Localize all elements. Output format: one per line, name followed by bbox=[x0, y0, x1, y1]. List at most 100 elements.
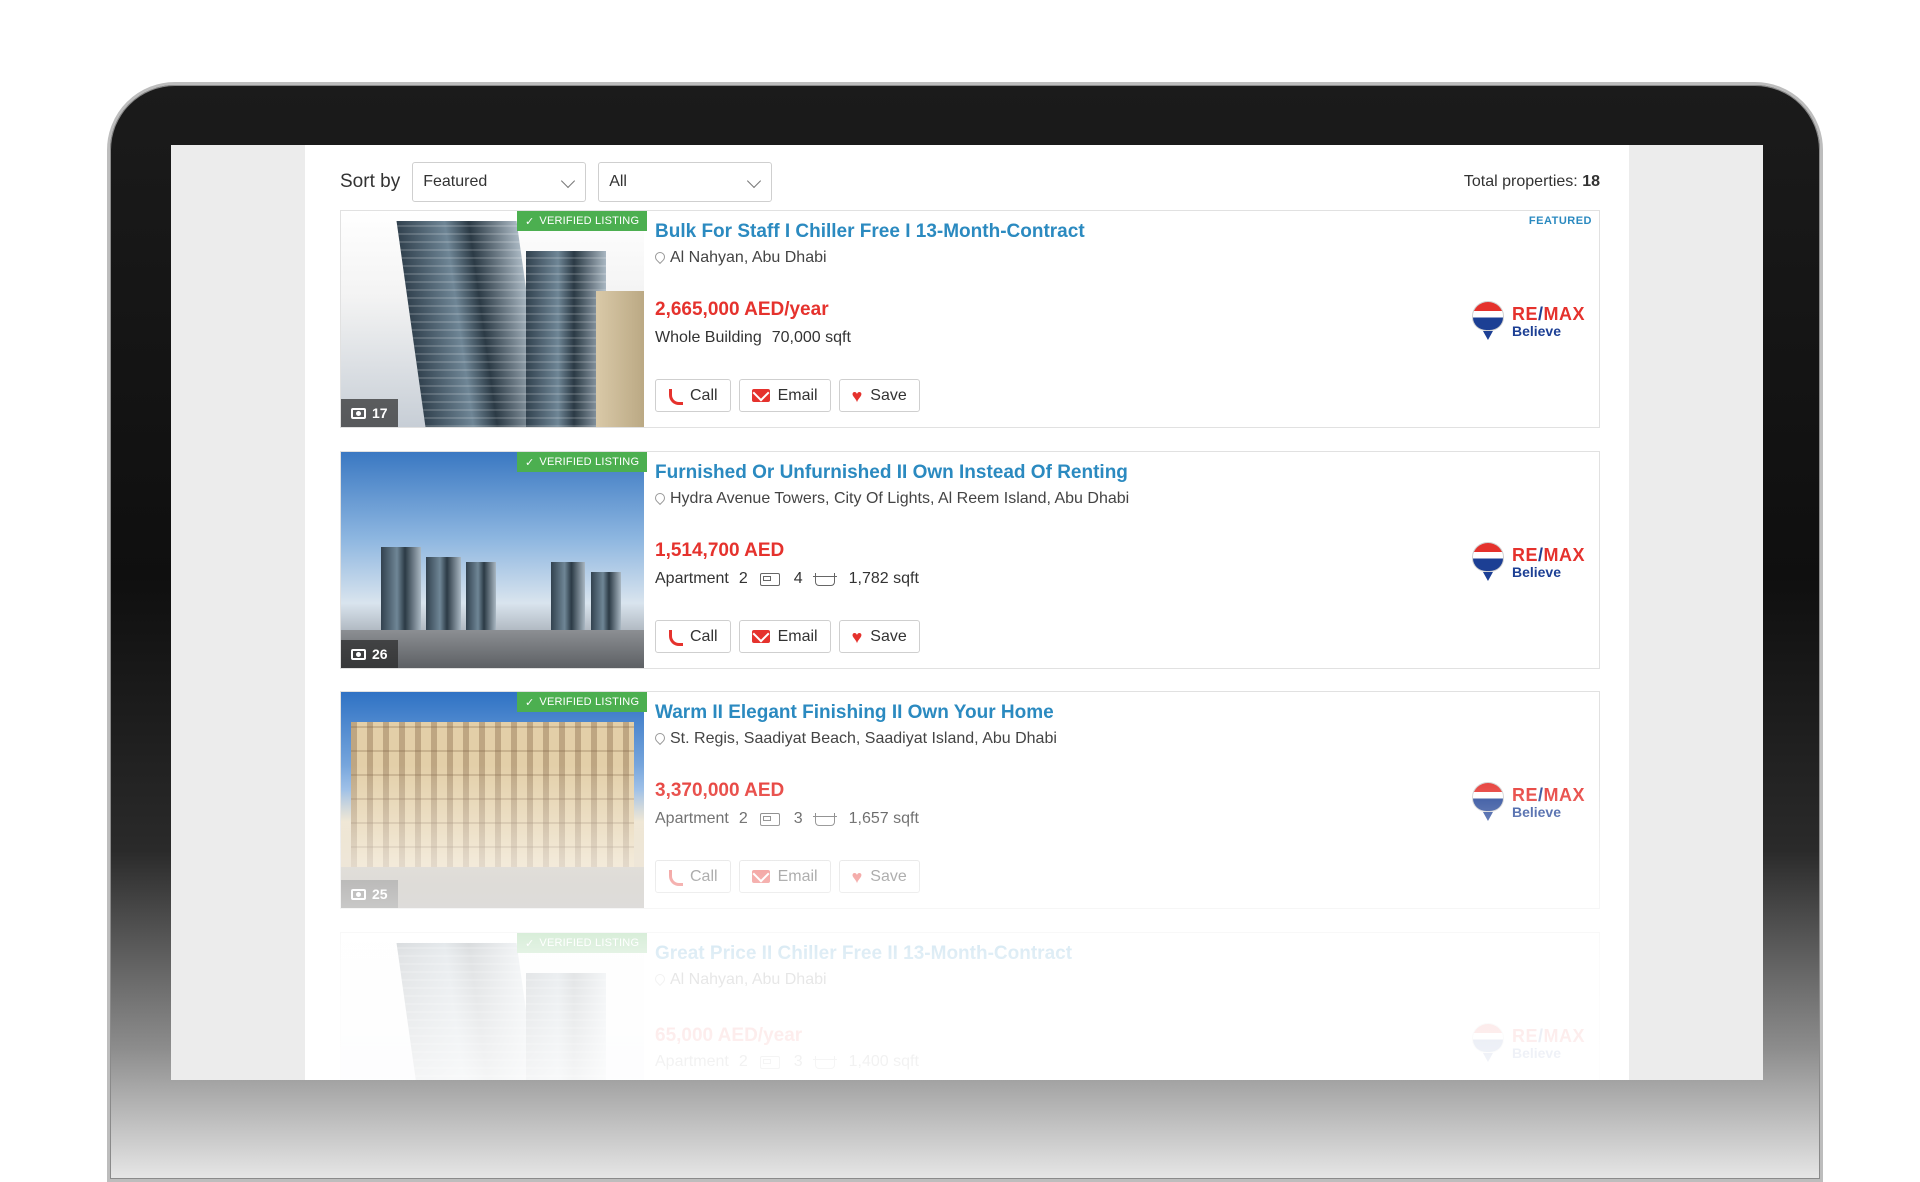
listing-price: 1,514,700 AED bbox=[655, 540, 785, 561]
photo-count: 25 bbox=[341, 880, 398, 908]
listing-specs: Apartment 2 3 1,657 sqft bbox=[655, 810, 919, 828]
listing-specs: Apartment 2 3 1,400 sqft bbox=[655, 1053, 919, 1071]
verified-badge: ✓ VERIFIED LISTING bbox=[517, 452, 648, 472]
save-label: Save bbox=[870, 386, 907, 404]
save-label: Save bbox=[870, 867, 907, 885]
phone-icon bbox=[668, 388, 683, 405]
chevron-down-icon bbox=[561, 173, 576, 189]
brand-name: RE/MAX bbox=[1511, 784, 1585, 805]
location-text: Al Nahyan, Abu Dhabi bbox=[670, 971, 827, 988]
heart-icon: ♥ bbox=[851, 626, 863, 647]
agency-logo[interactable]: RE/MAX Believe bbox=[1471, 1023, 1585, 1063]
listing-title[interactable]: Great Price II Chiller Free II 13-Month-… bbox=[655, 943, 1072, 965]
verified-badge: ✓ VERIFIED LISTING bbox=[517, 211, 648, 231]
brand-tagline: Believe bbox=[1511, 1044, 1562, 1061]
call-button[interactable]: Call bbox=[655, 620, 731, 653]
location-pin-icon bbox=[655, 252, 664, 264]
property-area: 70,000 sqft bbox=[771, 329, 851, 346]
bed-count: 2 bbox=[738, 810, 748, 827]
location-text: Hydra Avenue Towers, City Of Lights, Al … bbox=[670, 490, 1130, 507]
listing-photo[interactable] bbox=[341, 933, 644, 1080]
sort-label: Sort by bbox=[340, 171, 401, 192]
remax-balloon-icon bbox=[1471, 1023, 1504, 1063]
verified-badge: ✓ VERIFIED LISTING bbox=[517, 692, 648, 712]
listing-actions: Call Email ♥ Save bbox=[655, 620, 920, 653]
email-button[interactable]: Email bbox=[738, 860, 831, 893]
filter-select[interactable]: All bbox=[598, 162, 773, 202]
sort-select[interactable]: Featured bbox=[412, 162, 587, 202]
tower-graphic bbox=[526, 973, 606, 1080]
listing-title[interactable]: Warm II Elegant Finishing II Own Your Ho… bbox=[655, 702, 1054, 724]
listing-card[interactable]: 17 ✓ VERIFIED LISTING Bulk For Staff I C… bbox=[340, 210, 1600, 428]
property-area: 1,657 sqft bbox=[848, 810, 919, 827]
listing-card[interactable]: 25 ✓ VERIFIED LISTING Warm II Elegant Fi… bbox=[340, 691, 1600, 909]
bath-count: 3 bbox=[793, 810, 803, 827]
brand-tagline: Believe bbox=[1511, 322, 1562, 339]
bed-icon bbox=[759, 1055, 780, 1069]
bath-count: 3 bbox=[793, 1053, 803, 1070]
listings-page: Sort by Featured All Total properties: 1… bbox=[305, 145, 1629, 1080]
check-icon: ✓ bbox=[525, 696, 535, 709]
call-button[interactable]: Call bbox=[655, 860, 731, 893]
save-label: Save bbox=[870, 627, 907, 645]
filter-select-value: All bbox=[609, 173, 627, 190]
total-properties: Total properties: 18 bbox=[1464, 173, 1600, 191]
listing-actions: Call Email ♥ Save bbox=[655, 860, 920, 893]
listing-photo[interactable]: 17 bbox=[341, 211, 644, 427]
camera-icon bbox=[351, 888, 366, 900]
call-label: Call bbox=[690, 386, 718, 404]
sort-select-value: Featured bbox=[423, 173, 488, 190]
bathtub-icon bbox=[812, 572, 837, 586]
remax-balloon-icon bbox=[1471, 301, 1504, 341]
property-area: 1,400 sqft bbox=[848, 1053, 919, 1070]
email-button[interactable]: Email bbox=[738, 620, 831, 653]
listing-price: 3,370,000 AED bbox=[655, 780, 785, 801]
property-type: Apartment bbox=[655, 810, 729, 827]
brand-name: RE/MAX bbox=[1511, 1025, 1585, 1046]
call-label: Call bbox=[690, 627, 718, 645]
listing-location: St. Regis, Saadiyat Beach, Saadiyat Isla… bbox=[655, 730, 1057, 748]
listing-card[interactable]: 26 ✓ VERIFIED LISTING Furnished Or Unfur… bbox=[340, 451, 1600, 669]
verified-label: VERIFIED LISTING bbox=[539, 696, 640, 708]
photo-count: 17 bbox=[341, 399, 398, 427]
chevron-down-icon bbox=[747, 173, 762, 189]
listing-specs: Apartment 2 4 1,782 sqft bbox=[655, 570, 919, 588]
location-text: St. Regis, Saadiyat Beach, Saadiyat Isla… bbox=[670, 730, 1057, 747]
listing-photo[interactable]: 25 bbox=[341, 692, 644, 908]
save-button[interactable]: ♥ Save bbox=[838, 860, 920, 893]
listing-actions: Call Email ♥ Save bbox=[655, 379, 920, 412]
email-button[interactable]: Email bbox=[738, 379, 831, 412]
remax-balloon-icon bbox=[1471, 782, 1504, 822]
location-pin-icon bbox=[655, 733, 664, 745]
photo-count-value: 25 bbox=[372, 886, 388, 902]
listing-title[interactable]: Bulk For Staff I Chiller Free I 13-Month… bbox=[655, 221, 1085, 243]
screen: Sort by Featured All Total properties: 1… bbox=[171, 145, 1763, 1080]
agency-logo[interactable]: RE/MAX Believe bbox=[1471, 542, 1585, 582]
camera-icon bbox=[351, 648, 366, 660]
agency-logo[interactable]: RE/MAX Believe bbox=[1471, 782, 1585, 822]
save-button[interactable]: ♥ Save bbox=[838, 620, 920, 653]
bed-icon bbox=[759, 572, 780, 586]
listing-card[interactable]: ✓ VERIFIED LISTING Great Price II Chille… bbox=[340, 932, 1600, 1080]
brand-tagline: Believe bbox=[1511, 563, 1562, 580]
location-pin-icon bbox=[655, 974, 664, 986]
agency-logo[interactable]: RE/MAX Believe bbox=[1471, 301, 1585, 341]
location-pin-icon bbox=[655, 493, 664, 505]
total-label: Total properties: bbox=[1463, 173, 1578, 190]
listing-title[interactable]: Furnished Or Unfurnished II Own Instead … bbox=[655, 462, 1128, 484]
remax-balloon-icon bbox=[1471, 542, 1504, 582]
total-count: 18 bbox=[1582, 173, 1600, 190]
heart-icon: ♥ bbox=[851, 866, 863, 887]
phone-icon bbox=[668, 869, 683, 886]
call-button[interactable]: Call bbox=[655, 379, 731, 412]
envelope-icon bbox=[751, 389, 770, 402]
brand-tagline: Believe bbox=[1511, 803, 1562, 820]
property-area: 1,782 sqft bbox=[848, 570, 919, 587]
property-type: Apartment bbox=[655, 1053, 729, 1070]
listing-photo[interactable]: 26 bbox=[341, 452, 644, 668]
bathtub-icon bbox=[812, 1055, 837, 1069]
featured-badge: FEATURED bbox=[1528, 215, 1592, 227]
listing-price: 2,665,000 AED/year bbox=[655, 299, 829, 320]
save-button[interactable]: ♥ Save bbox=[838, 379, 920, 412]
tower-graphic bbox=[596, 291, 644, 427]
